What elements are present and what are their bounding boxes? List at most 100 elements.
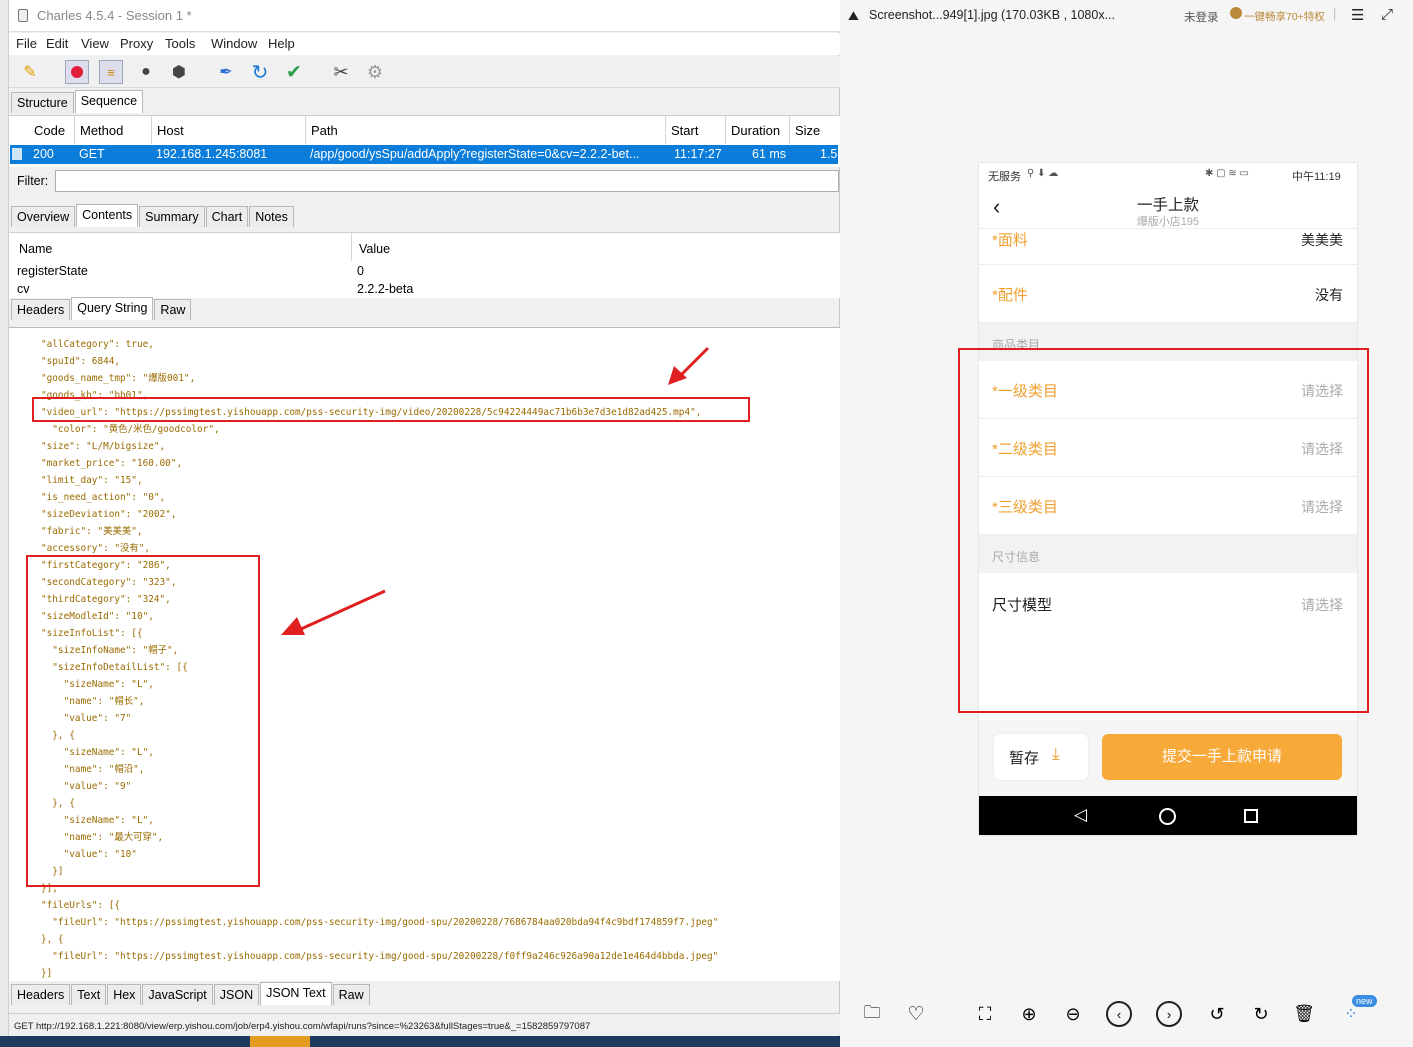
menu-tools[interactable]: Tools <box>165 36 195 51</box>
param-name[interactable]: registerState <box>17 264 88 278</box>
filter-input[interactable] <box>55 170 839 192</box>
stop-icon[interactable]: ⬢ <box>167 60 191 84</box>
throttle-icon[interactable]: ≡ <box>99 60 123 84</box>
tab-query-string[interactable]: Query String <box>71 297 154 320</box>
login-label[interactable]: 未登录 <box>1184 9 1219 25</box>
accessory-value: 没有 <box>1315 287 1343 303</box>
tools-icon[interactable]: ✂ <box>329 60 353 84</box>
record-icon[interactable] <box>65 60 89 84</box>
tab-headers[interactable]: Headers <box>11 299 71 320</box>
rotate-right-icon[interactable]: ↻ <box>1248 1001 1274 1027</box>
download-icon: ⤓ <box>1052 744 1060 763</box>
next-icon[interactable]: › <box>1156 1001 1182 1027</box>
param-name[interactable]: cv <box>17 282 30 296</box>
signal-label: 无服务 <box>988 171 1021 183</box>
filter-label: Filter: <box>17 174 49 188</box>
phone-status-bar: 无服务 ⚲ ⬇ ☁ ✱ ▢ ≋ ▭ 中午11:19 <box>979 163 1357 187</box>
zoom-out-icon[interactable]: ⊖ <box>1060 1001 1086 1027</box>
phone-subtitle: 爆版小店195 <box>1136 216 1200 228</box>
folder-icon[interactable]: 🗀 <box>859 1001 885 1027</box>
tab-json-text[interactable]: JSON Text <box>260 982 332 1005</box>
tab-javascript[interactable]: JavaScript <box>142 984 213 1005</box>
promo-link[interactable]: 一键畅享70+特权 <box>1244 9 1325 24</box>
params-col-name: Name <box>19 242 53 256</box>
refresh-icon[interactable]: ↻ <box>248 60 272 84</box>
nav-home-icon[interactable] <box>1159 808 1176 825</box>
row-accessory[interactable]: *配件 没有 <box>979 265 1357 323</box>
tab-body-headers[interactable]: Headers <box>11 984 71 1005</box>
viewer-toolbar: 🗀 ♡ ⛶ ⊕ ⊖ ‹ › ↺ ↻ 🗑 ⁘ new <box>840 995 1413 1035</box>
col-duration[interactable]: Duration <box>726 116 790 144</box>
phone-header: ‹ 一手上款 爆版小店195 <box>979 187 1357 229</box>
sequence-table: Code Method Host Path Start Duration Siz… <box>9 115 840 167</box>
tab-summary[interactable]: Summary <box>139 206 205 227</box>
highlight-box-categories <box>958 348 1369 713</box>
menu-view[interactable]: View <box>81 36 109 51</box>
zoom-in-icon[interactable]: ⊕ <box>1016 1001 1042 1027</box>
col-host[interactable]: Host <box>152 116 306 144</box>
menu-file[interactable]: File <box>16 36 37 51</box>
save-draft-button[interactable]: 暂存 ⤓ <box>994 734 1088 780</box>
turtle-icon[interactable]: ● <box>134 60 158 84</box>
nav-recent-icon[interactable] <box>1244 809 1258 823</box>
col-method[interactable]: Method <box>75 116 152 144</box>
nav-back-icon[interactable]: ◁ <box>1074 805 1087 825</box>
tab-body-raw[interactable]: Raw <box>332 984 370 1005</box>
save-draft-label: 暂存 <box>1009 750 1040 767</box>
tab-contents[interactable]: Contents <box>76 204 139 227</box>
tab-structure[interactable]: Structure <box>11 92 74 113</box>
menu-window[interactable]: Window <box>211 36 257 51</box>
heart-icon[interactable]: ♡ <box>903 1001 929 1027</box>
filter-bar: Filter: <box>9 168 840 196</box>
col-path[interactable]: Path <box>306 116 666 144</box>
row-path: /app/good/ysSpu/addApply?registerState=0… <box>310 147 640 161</box>
arrow-icon <box>281 589 386 635</box>
highlight-box-video-url <box>32 397 750 422</box>
charles-window: Charles 4.5.4 - Session 1 * File Edit Vi… <box>0 0 840 1047</box>
tab-text[interactable]: Text <box>71 984 107 1005</box>
tab-overview[interactable]: Overview <box>11 206 76 227</box>
highlight-box-size-info <box>26 555 260 887</box>
table-row[interactable]: 200 GET 192.168.1.245:8081 /app/good/ysS… <box>10 145 838 164</box>
status-icons: ⚲ ⬇ ☁ <box>1027 168 1059 179</box>
tab-json[interactable]: JSON <box>213 984 260 1005</box>
check-icon[interactable]: ✔ <box>282 60 306 84</box>
menu-help[interactable]: Help <box>268 36 295 51</box>
col-code[interactable]: Code <box>29 116 75 144</box>
tab-hex[interactable]: Hex <box>107 984 142 1005</box>
file-name: Screenshot...949[1].jpg (170.03KB , 1080… <box>869 8 1115 22</box>
delete-icon[interactable]: 🗑 <box>1291 1001 1317 1027</box>
menu-edit[interactable]: Edit <box>46 36 68 51</box>
row-size: 1.5 <box>820 147 838 161</box>
param-value[interactable]: 2.2.2-beta <box>357 282 413 296</box>
menu-proxy[interactable]: Proxy <box>120 36 153 51</box>
prev-icon[interactable]: ‹ <box>1106 1001 1132 1027</box>
col-start[interactable]: Start <box>666 116 726 144</box>
phone-footer: 暂存 ⤓ 提交一手上款申请 <box>979 720 1357 796</box>
request-tabs: Headers Query String Raw <box>11 297 192 322</box>
divider: | <box>1333 7 1337 21</box>
body-tabs: Headers Text Hex JavaScript JSON JSON Te… <box>11 982 371 1007</box>
tab-raw[interactable]: Raw <box>154 299 192 320</box>
row-host: 192.168.1.245:8081 <box>156 147 268 161</box>
menu-icon[interactable]: ☰ <box>1351 6 1364 24</box>
tab-sequence[interactable]: Sequence <box>74 90 144 113</box>
phone-time: 中午11:19 <box>1292 171 1341 183</box>
settings-icon[interactable]: ⚙ <box>363 60 387 84</box>
tab-notes[interactable]: Notes <box>249 206 294 227</box>
pen-icon[interactable]: ✒ <box>214 60 238 84</box>
image-icon: ⛰ <box>848 8 859 23</box>
phone-title: 一手上款 <box>1136 197 1199 214</box>
submit-button[interactable]: 提交一手上款申请 <box>1102 734 1342 780</box>
fullscreen-icon[interactable]: ⤢ <box>1381 6 1393 23</box>
rotate-left-icon[interactable]: ↺ <box>1204 1001 1230 1027</box>
broom-icon[interactable]: ✎ <box>18 60 42 84</box>
row-fabric[interactable]: *面料 美美美 <box>979 230 1357 265</box>
fit-icon[interactable]: ⛶ <box>972 1001 998 1027</box>
tab-chart[interactable]: Chart <box>205 206 249 227</box>
detail-tabs: Overview Contents Summary Chart Notes <box>11 204 295 229</box>
param-value[interactable]: 0 <box>357 264 364 278</box>
taskbar-strip <box>0 1036 840 1047</box>
row-code: 200 <box>33 147 54 161</box>
col-size[interactable]: Size <box>790 116 840 144</box>
